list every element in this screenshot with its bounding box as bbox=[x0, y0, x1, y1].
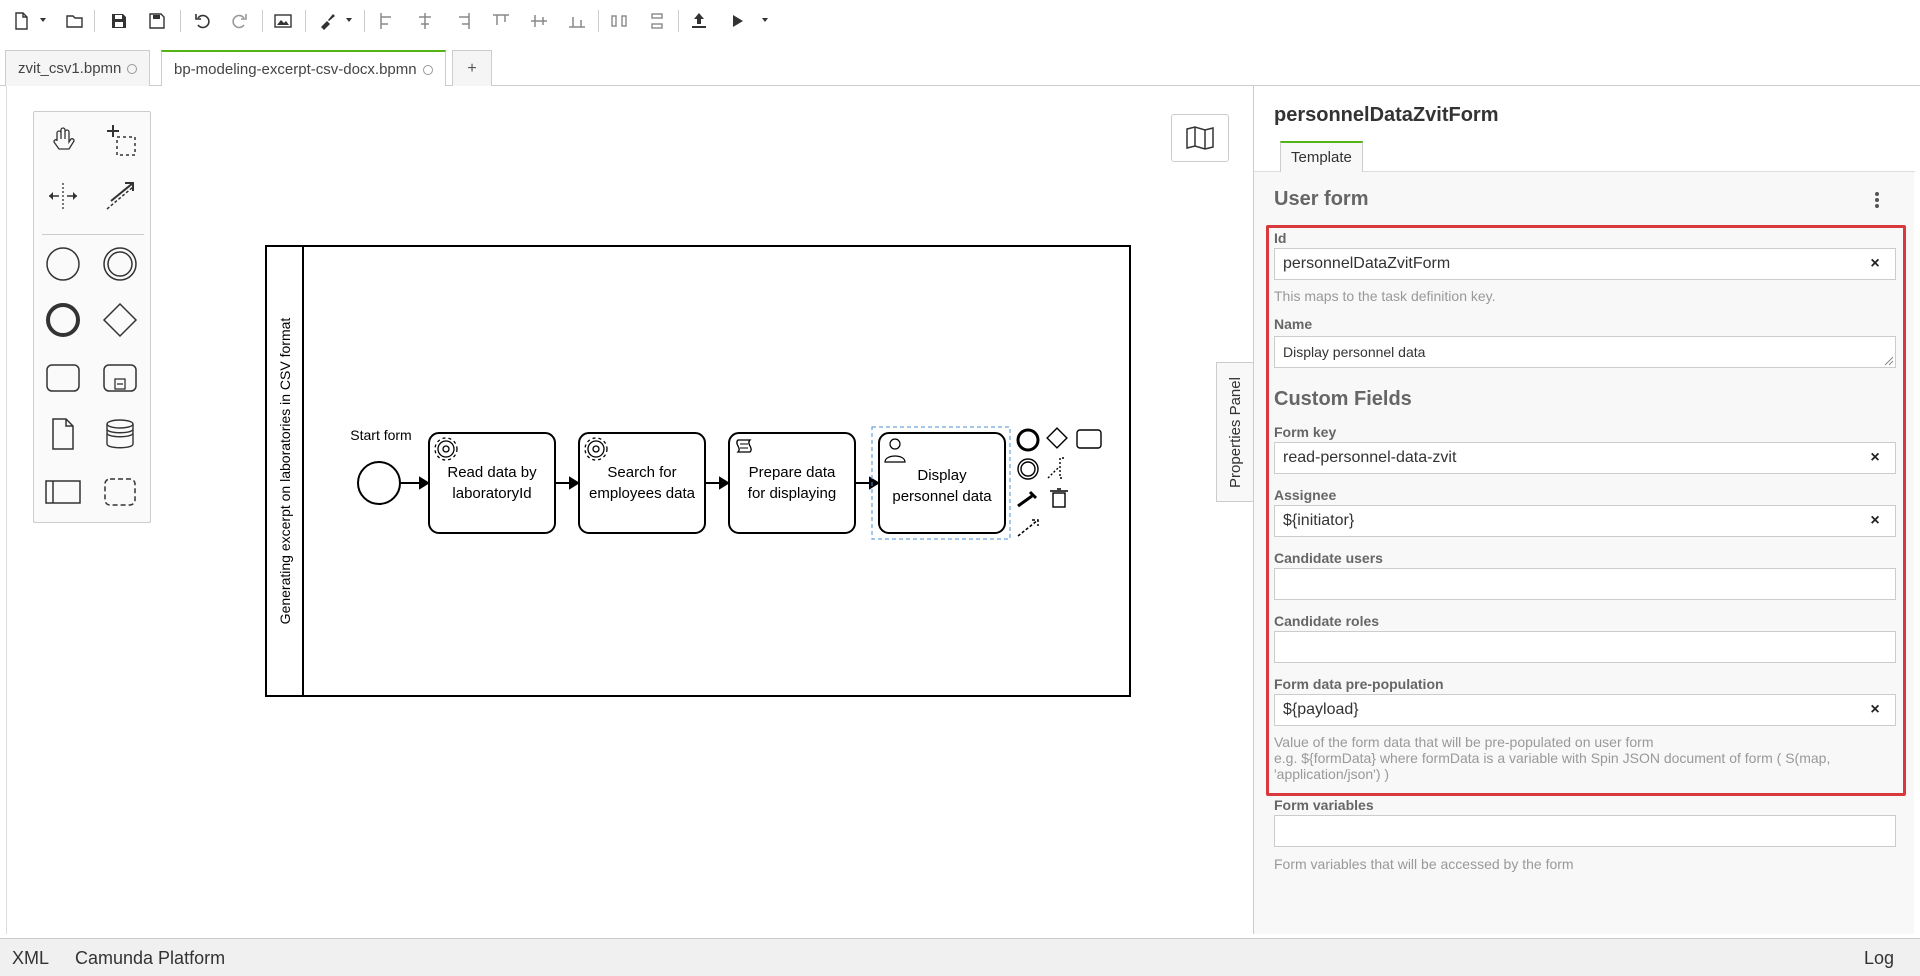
id-hint: This maps to the task definition key. bbox=[1274, 288, 1496, 304]
clear-assignee-icon[interactable]: × bbox=[1864, 510, 1886, 532]
pool-label: Generating excerpt on laboratories in CS… bbox=[277, 318, 293, 625]
form-variables-input[interactable] bbox=[1274, 815, 1896, 847]
gateway-tool-icon[interactable] bbox=[100, 300, 140, 340]
task-label: employees data bbox=[589, 485, 696, 502]
start-event-label: Start form bbox=[350, 427, 411, 443]
id-label: Id bbox=[1274, 230, 1287, 246]
properties-header: personnelDataZvitForm Template bbox=[1254, 86, 1915, 172]
section-title-custom-fields: Custom Fields bbox=[1274, 388, 1412, 410]
form-key-input[interactable]: read-personnel-data-zvit bbox=[1274, 442, 1896, 474]
execution-platform[interactable]: Camunda Platform bbox=[75, 948, 225, 969]
task-read-data[interactable]: Read data by laboratoryId bbox=[428, 432, 556, 534]
tab-template[interactable]: Template bbox=[1280, 141, 1363, 172]
form-data-prepopulation-label: Form data pre-population bbox=[1274, 676, 1444, 692]
task-label: Display bbox=[917, 467, 967, 484]
minimap-toggle-button[interactable] bbox=[1171, 114, 1229, 162]
data-object-tool-icon[interactable] bbox=[43, 414, 83, 454]
more-options-icon[interactable] bbox=[1874, 190, 1880, 212]
form-key-value: read-personnel-data-zvit bbox=[1283, 449, 1457, 466]
clear-form-key-icon[interactable]: × bbox=[1864, 447, 1886, 469]
form-variables-label: Form variables bbox=[1274, 797, 1374, 813]
name-label: Name bbox=[1274, 316, 1313, 332]
prepopulation-hint-1: Value of the form data that will be pre-… bbox=[1274, 734, 1654, 750]
map-icon bbox=[1186, 126, 1214, 150]
task-tool-icon[interactable] bbox=[43, 358, 83, 398]
end-event-tool-icon[interactable] bbox=[43, 300, 83, 340]
name-textarea[interactable]: Display personnel data bbox=[1274, 336, 1896, 368]
xml-toggle[interactable]: XML bbox=[12, 948, 49, 969]
task-label: for displaying bbox=[748, 485, 836, 502]
task-label: Search for bbox=[607, 464, 676, 481]
id-value: personnelDataZvitForm bbox=[1283, 255, 1451, 272]
assignee-input[interactable]: ${initiator} bbox=[1274, 505, 1896, 537]
candidate-roles-label: Candidate roles bbox=[1274, 613, 1380, 629]
tool-palette bbox=[33, 111, 151, 523]
properties-panel-toggle-label: Properties Panel bbox=[1226, 376, 1244, 488]
task-search-employees[interactable]: Search for employees data bbox=[578, 432, 706, 534]
space-tool-icon[interactable] bbox=[43, 176, 83, 216]
id-input[interactable]: personnelDataZvitForm bbox=[1274, 248, 1896, 280]
subprocess-tool-icon[interactable] bbox=[100, 358, 140, 398]
data-store-tool-icon[interactable] bbox=[100, 414, 140, 454]
form-data-prepopulation-input[interactable]: ${payload} bbox=[1274, 694, 1896, 726]
candidate-roles-input[interactable] bbox=[1274, 631, 1896, 663]
candidate-users-input[interactable] bbox=[1274, 568, 1896, 600]
task-label: laboratoryId bbox=[452, 485, 531, 502]
properties-panel-toggle[interactable]: Properties Panel bbox=[1216, 362, 1253, 502]
task-label: Read data by bbox=[447, 464, 537, 481]
candidate-users-label: Candidate users bbox=[1274, 550, 1383, 566]
pool-tool-icon[interactable] bbox=[43, 472, 83, 512]
form-variables-hint: Form variables that will be accessed by … bbox=[1274, 856, 1574, 872]
bpmn-diagram: Generating excerpt on laboratories in CS… bbox=[265, 245, 1131, 697]
task-display-personnel[interactable]: Display personnel data bbox=[871, 426, 1011, 540]
clear-id-icon[interactable]: × bbox=[1864, 253, 1886, 275]
task-label: personnel data bbox=[892, 488, 992, 505]
lasso-tool-icon[interactable] bbox=[100, 120, 140, 160]
start-event-tool-icon[interactable] bbox=[43, 244, 83, 284]
hand-tool-icon[interactable] bbox=[43, 120, 83, 160]
start-event[interactable] bbox=[357, 461, 401, 505]
section-title-user-form: User form bbox=[1274, 188, 1369, 210]
task-prepare-data[interactable]: Prepare data for displaying bbox=[728, 432, 856, 534]
assignee-value: ${initiator} bbox=[1283, 512, 1355, 529]
name-value: Display personnel data bbox=[1283, 344, 1426, 360]
intermediate-event-tool-icon[interactable] bbox=[100, 244, 140, 284]
assignee-label: Assignee bbox=[1274, 487, 1337, 503]
resize-handle-icon[interactable] bbox=[1884, 356, 1894, 366]
prepopulation-hint-2: e.g. ${formData} where formData is a var… bbox=[1274, 750, 1831, 782]
task-label: Prepare data bbox=[749, 464, 836, 481]
status-bar: XML Camunda Platform Log bbox=[0, 938, 1920, 976]
log-toggle[interactable]: Log bbox=[1864, 948, 1894, 969]
clear-prepopulation-icon[interactable]: × bbox=[1864, 699, 1886, 721]
form-data-prepopulation-value: ${payload} bbox=[1283, 701, 1359, 718]
global-connect-tool-icon[interactable] bbox=[100, 176, 140, 216]
properties-panel: personnelDataZvitForm Template User form… bbox=[1253, 86, 1915, 934]
group-tool-icon[interactable] bbox=[100, 472, 140, 512]
form-key-label: Form key bbox=[1274, 424, 1337, 440]
element-title: personnelDataZvitForm bbox=[1274, 104, 1499, 126]
